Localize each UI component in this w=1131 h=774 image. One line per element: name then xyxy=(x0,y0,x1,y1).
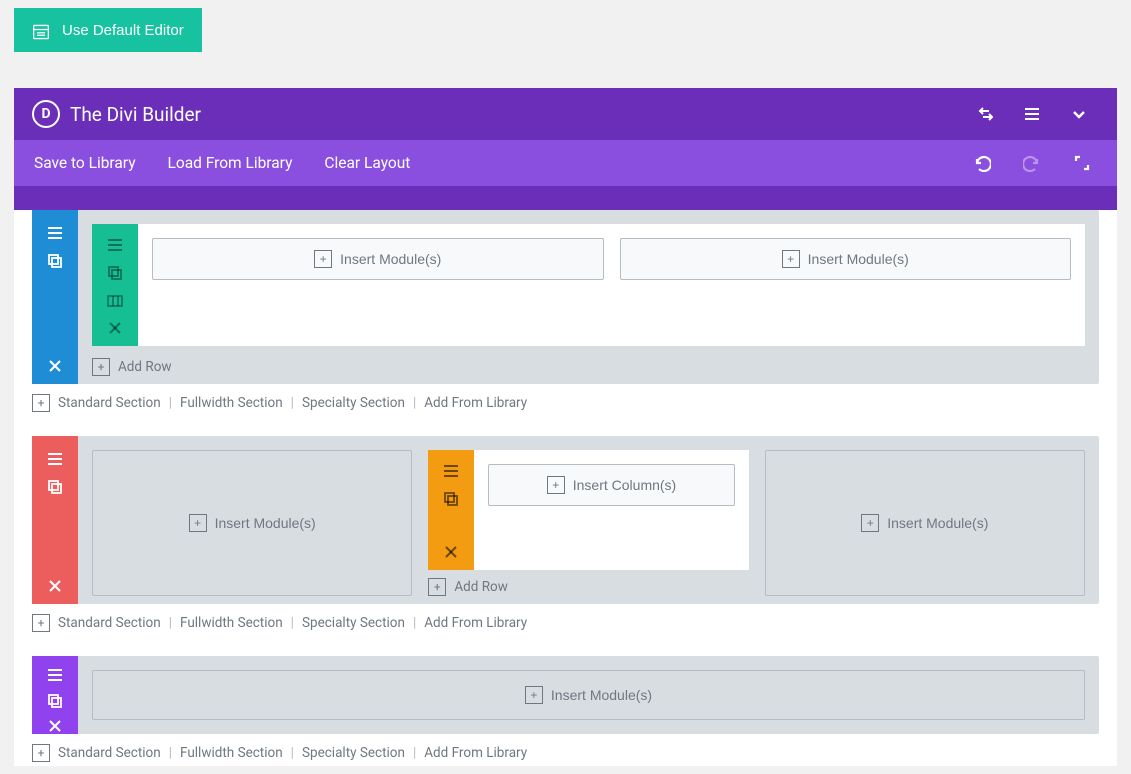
standard-section-link[interactable]: Standard Section xyxy=(58,745,161,761)
fullwidth-section-link[interactable]: Fullwidth Section xyxy=(180,395,283,411)
divi-builder-panel: D The Divi Builder Save to Library Load … xyxy=(14,88,1117,766)
standard-section-link[interactable]: Standard Section xyxy=(58,615,161,631)
duplicate-icon[interactable] xyxy=(46,692,64,710)
add-from-library-link[interactable]: Add From Library xyxy=(424,615,527,631)
insert-module-button[interactable]: +Insert Module(s) xyxy=(92,450,412,596)
insert-module-label: Insert Module(s) xyxy=(340,251,441,267)
row-handle-orange xyxy=(428,450,474,570)
section-fullwidth: +Insert Module(s) xyxy=(32,656,1099,734)
clear-layout-link[interactable]: Clear Layout xyxy=(324,154,410,172)
hamburger-icon[interactable] xyxy=(106,236,124,254)
section-add-links: + Standard Section| Fullwidth Section| S… xyxy=(14,734,1117,762)
row-handle-green xyxy=(92,224,138,346)
section-add-links: + Standard Section| Fullwidth Section| S… xyxy=(14,384,1117,412)
insert-module-label: Insert Module(s) xyxy=(808,251,909,267)
add-from-library-link[interactable]: Add From Library xyxy=(424,395,527,411)
hamburger-icon[interactable] xyxy=(46,224,64,242)
panel-title: The Divi Builder xyxy=(70,103,977,126)
close-icon[interactable] xyxy=(47,578,63,604)
section-handle-red xyxy=(32,436,78,604)
add-row-label: Add Row xyxy=(454,579,508,595)
insert-module-label: Insert Module(s) xyxy=(551,687,652,703)
section-handle-purple xyxy=(32,656,78,734)
load-from-library-link[interactable]: Load From Library xyxy=(168,154,293,172)
add-row-button[interactable]: +Add Row xyxy=(428,570,748,596)
add-row-button[interactable]: +Add Row xyxy=(92,350,1085,376)
columns-icon[interactable] xyxy=(106,292,124,310)
add-row-label: Add Row xyxy=(118,359,172,375)
insert-column-label: Insert Column(s) xyxy=(573,477,676,493)
menu-icon[interactable] xyxy=(1023,105,1041,123)
close-icon[interactable] xyxy=(47,358,63,384)
use-default-editor-button[interactable]: Use Default Editor xyxy=(14,8,202,52)
expand-fullscreen-icon[interactable] xyxy=(1073,154,1091,172)
duplicate-icon[interactable] xyxy=(442,490,460,508)
close-icon[interactable] xyxy=(107,320,123,346)
fullwidth-section-link[interactable]: Fullwidth Section xyxy=(180,615,283,631)
section-add-links: + Standard Section| Fullwidth Section| S… xyxy=(14,604,1117,632)
undo-icon[interactable] xyxy=(973,154,991,172)
builder-body: +Insert Module(s) +Insert Module(s) +Add… xyxy=(14,210,1117,766)
expand-chevron-icon[interactable] xyxy=(1069,104,1089,124)
swap-icon[interactable] xyxy=(977,105,995,123)
add-from-library-link[interactable]: Add From Library xyxy=(424,745,527,761)
specialty-section-link[interactable]: Specialty Section xyxy=(302,395,405,411)
insert-module-button[interactable]: +Insert Module(s) xyxy=(152,238,604,280)
insert-column-button[interactable]: +Insert Column(s) xyxy=(488,464,734,506)
use-default-editor-label: Use Default Editor xyxy=(62,22,184,39)
plus-icon[interactable]: + xyxy=(32,614,50,632)
save-to-library-link[interactable]: Save to Library xyxy=(34,154,136,172)
plus-icon[interactable]: + xyxy=(32,394,50,412)
divi-logo-icon: D xyxy=(32,100,60,128)
hamburger-icon[interactable] xyxy=(46,450,64,468)
hamburger-icon[interactable] xyxy=(442,462,460,480)
insert-module-button[interactable]: +Insert Module(s) xyxy=(92,670,1085,720)
insert-module-label: Insert Module(s) xyxy=(215,515,316,531)
duplicate-icon[interactable] xyxy=(106,264,124,282)
standard-section-link[interactable]: Standard Section xyxy=(58,395,161,411)
section-specialty: +Insert Module(s) +Insert Column( xyxy=(32,436,1099,604)
insert-module-button[interactable]: +Insert Module(s) xyxy=(765,450,1085,596)
duplicate-icon[interactable] xyxy=(46,252,64,270)
redo-icon[interactable] xyxy=(1023,154,1041,172)
specialty-section-link[interactable]: Specialty Section xyxy=(302,615,405,631)
close-icon[interactable] xyxy=(47,718,63,734)
section-standard: +Insert Module(s) +Insert Module(s) +Add… xyxy=(32,210,1099,384)
specialty-section-link[interactable]: Specialty Section xyxy=(302,745,405,761)
duplicate-icon[interactable] xyxy=(46,478,64,496)
plus-icon[interactable]: + xyxy=(32,744,50,762)
editor-icon xyxy=(32,21,50,39)
insert-module-label: Insert Module(s) xyxy=(887,515,988,531)
close-icon[interactable] xyxy=(443,544,459,570)
insert-module-button[interactable]: +Insert Module(s) xyxy=(620,238,1072,280)
section-handle-blue xyxy=(32,210,78,384)
hamburger-icon[interactable] xyxy=(46,666,64,684)
panel-header: D The Divi Builder xyxy=(14,88,1117,140)
fullwidth-section-link[interactable]: Fullwidth Section xyxy=(180,745,283,761)
panel-toolbar: Save to Library Load From Library Clear … xyxy=(14,140,1117,186)
